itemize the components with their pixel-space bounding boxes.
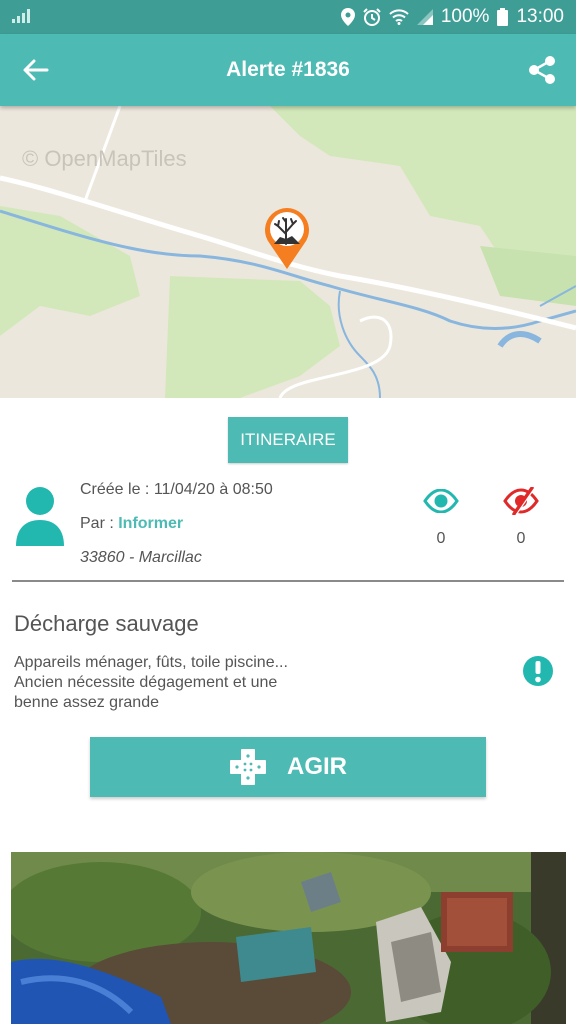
signal-icon: [12, 9, 32, 28]
bandage-cross-icon: [230, 749, 266, 785]
unseen-stat: 0: [496, 484, 546, 548]
battery-icon: [497, 8, 509, 26]
alert-author-row: Par : Informer: [80, 515, 183, 533]
status-bar: 100% 13:00: [0, 0, 576, 34]
arrow-left-icon: [23, 59, 49, 81]
alarm-icon: [363, 8, 381, 26]
avatar: [14, 486, 66, 546]
info-button[interactable]: [522, 655, 554, 687]
exclamation-icon: [523, 656, 553, 686]
cell-signal-icon: [416, 9, 433, 25]
dead-tree-dump-icon: [265, 208, 309, 269]
alert-photo[interactable]: [11, 852, 566, 1024]
itinerary-button[interactable]: ITINERAIRE: [228, 417, 348, 463]
location-icon: [340, 8, 355, 26]
app-bar: Alerte #1836: [0, 34, 576, 106]
eye-icon: [423, 489, 459, 513]
battery-label: 100%: [440, 6, 490, 27]
alert-author-prefix: Par :: [80, 515, 119, 532]
alert-description: Appareils ménager, fûts, toile piscine..…: [14, 654, 288, 711]
alert-location: 33860 - Marcillac: [80, 549, 202, 566]
unseen-button[interactable]: [496, 484, 546, 518]
wifi-icon: [389, 9, 409, 25]
map-view[interactable]: © OpenMapTiles: [0, 106, 576, 398]
back-button[interactable]: [16, 50, 56, 90]
eye-off-icon: [503, 487, 539, 515]
alert-category: Décharge sauvage: [14, 611, 199, 636]
clock: 13:00: [516, 6, 564, 27]
unseen-count: 0: [516, 530, 526, 547]
page-title: Alerte #1836: [226, 58, 350, 81]
seen-stat: 0: [416, 484, 466, 548]
divider: [12, 580, 564, 582]
act-button[interactable]: AGIR: [90, 737, 486, 797]
map-attribution: © OpenMapTiles: [22, 146, 187, 171]
seen-count: 0: [436, 530, 446, 547]
share-button[interactable]: [520, 48, 564, 92]
user-icon: [16, 487, 64, 546]
alert-author-link[interactable]: Informer: [118, 515, 183, 532]
share-icon: [529, 56, 555, 84]
seen-button[interactable]: [416, 484, 466, 518]
act-label: AGIR: [287, 753, 347, 780]
alert-created-date: Créée le : 11/04/20 à 08:50: [80, 481, 273, 498]
